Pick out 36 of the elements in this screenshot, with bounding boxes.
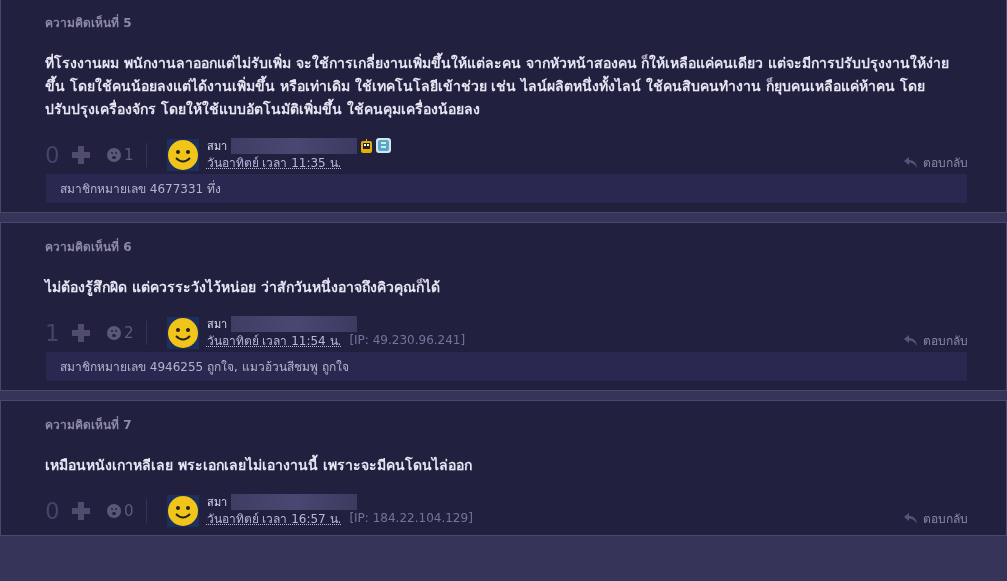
- reply-icon: [904, 334, 917, 346]
- ip-address: [IP: 49.230.96.241]: [349, 333, 466, 347]
- user-name[interactable]: สมา: [206, 492, 227, 511]
- blog-badge-icon: [375, 138, 391, 153]
- comment-text: เหมือนหนังเกาหลีเลย พระเอกเลยไม่เอางานนี้ เพราะจะมีคนโดนไล่ออก: [45, 454, 968, 477]
- reply-link[interactable]: ตอบกลับ: [904, 330, 968, 350]
- user-name[interactable]: สมา: [206, 314, 227, 333]
- post-time-link[interactable]: วันอาทิตย์ เวลา 16:57 น.: [206, 508, 342, 528]
- reply-link[interactable]: ตอบกลับ: [904, 508, 968, 528]
- robot-badge-icon: [360, 138, 372, 153]
- comment-number: ความคิดเห็นที่ 6: [45, 237, 133, 256]
- reply-link[interactable]: ตอบกลับ: [904, 152, 968, 172]
- likes-summary: สมาชิกหมายเลข 4946255 ถูกใจ, แมวอ้วนสีชมพู ถูกใจ: [45, 351, 968, 382]
- avatar-icon[interactable]: [166, 139, 199, 171]
- comment-text: ไม่ต้องรู้สึกผิด แต่ควรระวังไว้หน่อย ว่าสักวันหนึ่งอาจถึงคิวคุณก็ได้: [45, 276, 441, 298]
- comment-text: ที่โรงงานผม พนักงานลาออกแต่ไม่รับเพิ่ม จะใช้การเกลี่ยงานเพิ่มขึ้นให้แต่ละคน จากหัวหน้าสองคน ก็ให้เหลือแค่คนเดียว แต่จะมีการปรับปรุงงานให้ง่ายขึ้น โดยใช้คนน้อยลงแต่ได้งานเพิ่มขึ้น หรือเท่าเดิม ใช้เทคโนโลยีเข้าช่วย เช่น ไลน์ผลิตหนึ่งทั้งไลน์ ใช้คนสิบคนทำงาน ก็ยุบคนเหลือแค่ห้าคน โดยปรับปรุงเครื่องจักร โดยให้ใช้แบบอัตโนมัติเพิ่มขึ้น ใช้คนคุมเครื่องน้อยลง: [45, 52, 968, 121]
- likes-summary: สมาชิกหมายเลข 4677331 ทึ่ง: [45, 173, 968, 204]
- post-time-link[interactable]: วันอาทิตย์ เวลา 11:35 น.: [206, 152, 342, 172]
- post-time-link[interactable]: วันอาทิตย์ เวลา 11:54 น.: [206, 330, 342, 350]
- comment-number: ความคิดเห็นที่ 5: [45, 13, 133, 32]
- avatar-icon[interactable]: [166, 317, 199, 349]
- avatar-icon[interactable]: [166, 495, 199, 527]
- plus-icon[interactable]: [69, 143, 93, 167]
- emoji-icon[interactable]: [107, 504, 121, 518]
- emotion-count: 0: [124, 502, 134, 520]
- emotion-count: 2: [124, 324, 134, 342]
- comment-number: ความคิดเห็นที่ 7: [45, 415, 133, 434]
- emoji-icon[interactable]: [107, 148, 121, 162]
- reply-icon: [904, 512, 917, 524]
- reply-icon: [904, 156, 917, 168]
- user-name[interactable]: สมา: [206, 136, 227, 155]
- emotion-count: 1: [124, 146, 134, 164]
- plus-icon[interactable]: [69, 499, 93, 523]
- ip-address: [IP: 184.22.104.129]: [349, 511, 473, 525]
- emoji-icon[interactable]: [107, 326, 121, 340]
- plus-icon[interactable]: [69, 321, 93, 345]
